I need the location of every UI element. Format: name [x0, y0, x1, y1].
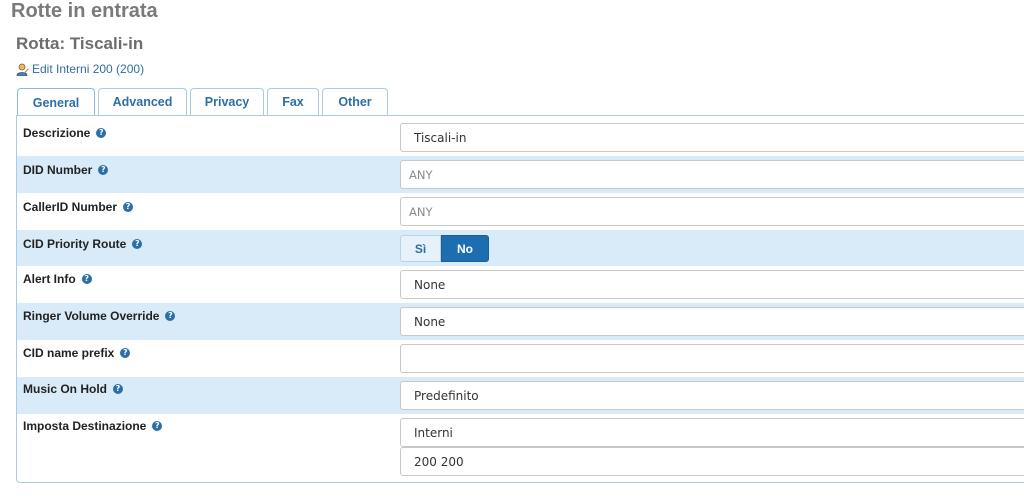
row-ringer-volume-override: Ringer Volume Override ? None — [17, 303, 1024, 340]
tab-bar: General Advanced Privacy Fax Other — [17, 88, 388, 116]
descrizione-label: Descrizione — [23, 126, 91, 140]
did-number-label: DID Number — [23, 163, 93, 177]
edit-link-label[interactable]: Edit Interni 200 (200) — [32, 62, 144, 76]
cid-priority-si-option[interactable]: Sì — [400, 235, 441, 262]
tab-fax[interactable]: Fax — [267, 88, 319, 115]
cid-priority-route-toggle: Sì No — [400, 235, 489, 262]
help-icon[interactable]: ? — [120, 348, 131, 358]
ringer-volume-override-label: Ringer Volume Override — [23, 309, 160, 323]
tab-advanced[interactable]: Advanced — [98, 88, 187, 115]
row-music-on-hold: Music On Hold ? Predefinito — [17, 377, 1024, 414]
general-form-panel: Descrizione ? Tiscali-in DID Number ? AN… — [16, 115, 1024, 483]
row-descrizione: Descrizione ? Tiscali-in — [17, 116, 1024, 156]
descrizione-input[interactable]: Tiscali-in — [400, 123, 1024, 152]
help-icon[interactable]: ? — [132, 239, 143, 249]
callerid-number-input[interactable]: ANY — [400, 197, 1024, 226]
ringer-volume-override-select[interactable]: None — [400, 307, 1024, 336]
alert-info-label: Alert Info — [23, 272, 76, 286]
music-on-hold-select[interactable]: Predefinito — [400, 381, 1024, 410]
row-did-number: DID Number ? ANY — [17, 156, 1024, 193]
user-edit-icon — [16, 63, 29, 76]
help-icon[interactable]: ? — [123, 202, 134, 212]
cid-priority-route-label: CID Priority Route — [23, 237, 127, 251]
help-icon[interactable]: ? — [96, 128, 107, 138]
cid-priority-no-option[interactable]: No — [441, 235, 489, 262]
edit-extension-link[interactable]: Edit Interni 200 (200) — [16, 62, 144, 76]
row-alert-info: Alert Info ? None — [17, 266, 1024, 303]
help-icon[interactable]: ? — [98, 165, 109, 175]
cid-name-prefix-input[interactable] — [400, 344, 1024, 373]
alert-info-input[interactable]: None — [400, 270, 1024, 299]
row-cid-name-prefix: CID name prefix ? — [17, 340, 1024, 377]
cid-name-prefix-label: CID name prefix — [23, 346, 115, 360]
row-imposta-destinazione: Imposta Destinazione ? Interni 200 200 — [17, 414, 1024, 484]
help-icon[interactable]: ? — [81, 274, 92, 284]
route-title: Rotta: Tiscali-in — [16, 34, 144, 53]
tab-general[interactable]: General — [17, 88, 95, 116]
destination-type-select[interactable]: Interni — [400, 418, 1024, 447]
row-cid-priority-route: CID Priority Route ? Sì No — [17, 230, 1024, 266]
help-icon[interactable]: ? — [165, 311, 176, 321]
did-number-input[interactable]: ANY — [400, 160, 1024, 189]
row-callerid-number: CallerID Number ? ANY — [17, 193, 1024, 230]
page-title: Rotte in entrata — [11, 0, 158, 22]
imposta-destinazione-label: Imposta Destinazione — [23, 419, 147, 433]
destination-target-select[interactable]: 200 200 — [400, 447, 1024, 476]
music-on-hold-label: Music On Hold — [23, 382, 107, 396]
help-icon[interactable]: ? — [152, 421, 163, 431]
help-icon[interactable]: ? — [113, 384, 123, 394]
callerid-number-label: CallerID Number — [23, 200, 118, 214]
tab-other[interactable]: Other — [322, 88, 388, 115]
tab-privacy[interactable]: Privacy — [190, 88, 264, 115]
